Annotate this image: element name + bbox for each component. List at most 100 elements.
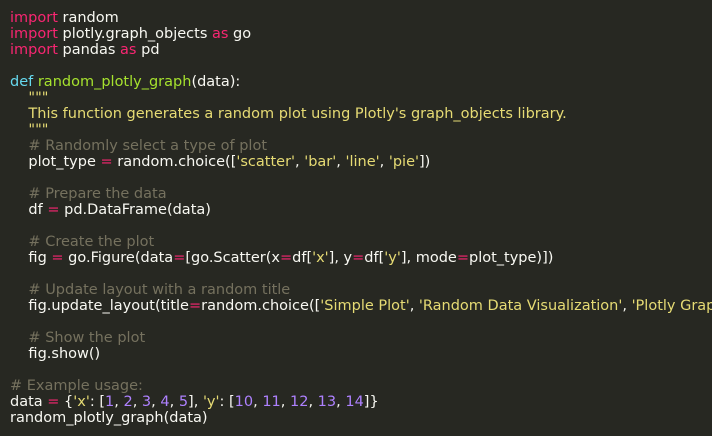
code-token: 'pie' xyxy=(388,154,419,170)
code-token: , xyxy=(132,394,142,410)
code-token: = xyxy=(188,298,202,314)
code-token: { xyxy=(59,394,74,410)
code-editor[interactable]: import random import plotly.graph_objects… xyxy=(0,0,712,436)
code-token: = xyxy=(100,154,113,170)
code-token: = xyxy=(352,250,365,266)
code-line: """ xyxy=(0,90,712,106)
code-line: random_plotly_graph(data) xyxy=(0,410,712,426)
code-line: fig = go.Figure(data=[go.Scatter(x=df['x… xyxy=(0,250,712,266)
code-line: This function generates a random plot us… xyxy=(0,106,712,122)
code-token: data xyxy=(10,394,48,410)
code-token: plot_type)]) xyxy=(468,250,554,266)
code-token: 12 xyxy=(290,394,309,410)
code-token: plotly.graph_objects xyxy=(57,26,212,42)
code-token: fig.update_layout(title xyxy=(10,298,189,314)
code-token: ], mode xyxy=(400,250,457,266)
code-line: import random xyxy=(0,10,712,26)
code-token: This function generates a random plot us… xyxy=(10,106,567,122)
code-token: random.choice([ xyxy=(201,298,321,314)
code-token: # Example usage: xyxy=(10,378,143,394)
code-token: import xyxy=(10,42,58,58)
code-token: 2 xyxy=(123,394,133,410)
code-line: import plotly.graph_objects as go xyxy=(0,26,712,42)
code-token: 11 xyxy=(262,394,281,410)
code-token: , xyxy=(169,394,179,410)
code-token: : [ xyxy=(219,394,235,410)
code-token: go.Figure(data xyxy=(63,250,174,266)
code-token: , xyxy=(295,154,305,170)
code-token: import xyxy=(10,26,58,42)
code-line: data = {'x': [1, 2, 3, 4, 5], 'y': [10, … xyxy=(0,394,712,410)
code-line: # Randomly select a type of plot xyxy=(0,138,712,154)
code-token: pd xyxy=(136,42,160,58)
code-token: , xyxy=(151,394,161,410)
code-line: fig.show() xyxy=(0,346,712,362)
code-token: """ xyxy=(10,90,49,106)
code-token: 4 xyxy=(160,394,170,410)
code-token: """ xyxy=(10,122,49,138)
code-token: plot_type xyxy=(10,154,101,170)
code-token: = xyxy=(51,250,64,266)
code-token: , xyxy=(379,154,389,170)
code-line: def random_plotly_graph(data): xyxy=(0,74,712,90)
code-token: as xyxy=(211,26,229,42)
code-token: # Update layout with a random title xyxy=(10,282,291,298)
code-line: # Show the plot xyxy=(0,330,712,346)
code-line: df = pd.DataFrame(data) xyxy=(0,202,712,218)
code-line: # Create the plot xyxy=(0,234,712,250)
code-token: 5 xyxy=(178,394,189,410)
code-token: df[ xyxy=(364,250,385,266)
code-token: 'Plotly Graph' xyxy=(631,298,712,314)
code-token: random_plotly_graph xyxy=(33,74,192,90)
code-token: 1 xyxy=(105,394,115,410)
code-token: pd.DataFrame(data) xyxy=(59,202,211,218)
code-token: go xyxy=(228,26,252,42)
code-line: # Prepare the data xyxy=(0,186,712,202)
code-token: fig.show() xyxy=(10,346,101,362)
code-token: , xyxy=(253,394,263,410)
code-line: plot_type = random.choice(['scatter', 'b… xyxy=(0,154,712,170)
code-token: , xyxy=(308,394,318,410)
code-token: = xyxy=(279,250,293,266)
code-token: 'Simple Plot' xyxy=(320,298,410,314)
code-line: """ xyxy=(0,122,712,138)
code-token: [go.Scatter(x xyxy=(185,250,280,266)
code-token: 'x' xyxy=(312,250,329,266)
code-token: df xyxy=(10,202,48,218)
code-token: 'y' xyxy=(384,250,401,266)
code-token: 'bar' xyxy=(304,154,337,170)
code-token: # Create the plot xyxy=(10,234,155,250)
code-line: fig.update_layout(title=random.choice(['… xyxy=(0,298,712,314)
code-token: ], y xyxy=(328,250,353,266)
code-token: , xyxy=(280,394,290,410)
code-token: 14 xyxy=(345,394,364,410)
code-token: random xyxy=(57,10,119,26)
code-line: import pandas as pd xyxy=(0,42,712,58)
code-token: import xyxy=(10,10,58,26)
code-token: # Prepare the data xyxy=(10,186,167,202)
code-token: pandas xyxy=(57,42,121,58)
code-token: = xyxy=(47,394,60,410)
code-token: ]) xyxy=(418,154,431,170)
code-token: fig xyxy=(10,250,52,266)
code-line: # Example usage: xyxy=(0,378,712,394)
code-token: 3 xyxy=(141,394,152,410)
code-token: df[ xyxy=(292,250,313,266)
code-token: , xyxy=(409,298,419,314)
code-token: # Show the plot xyxy=(10,330,146,346)
code-token: 'line' xyxy=(345,154,380,170)
code-token: = xyxy=(456,250,469,266)
code-token: 10 xyxy=(234,394,254,410)
code-token: # Randomly select a type of plot xyxy=(10,138,268,154)
code-token: : [ xyxy=(89,394,105,410)
code-token: 'Random Data Visualization' xyxy=(418,298,623,314)
code-token: 'y' xyxy=(202,394,220,410)
code-token: random.choice([ xyxy=(112,154,237,170)
code-token: 'x' xyxy=(73,394,90,410)
code-token: def xyxy=(10,74,34,90)
code-line: # Update layout with a random title xyxy=(0,282,712,298)
